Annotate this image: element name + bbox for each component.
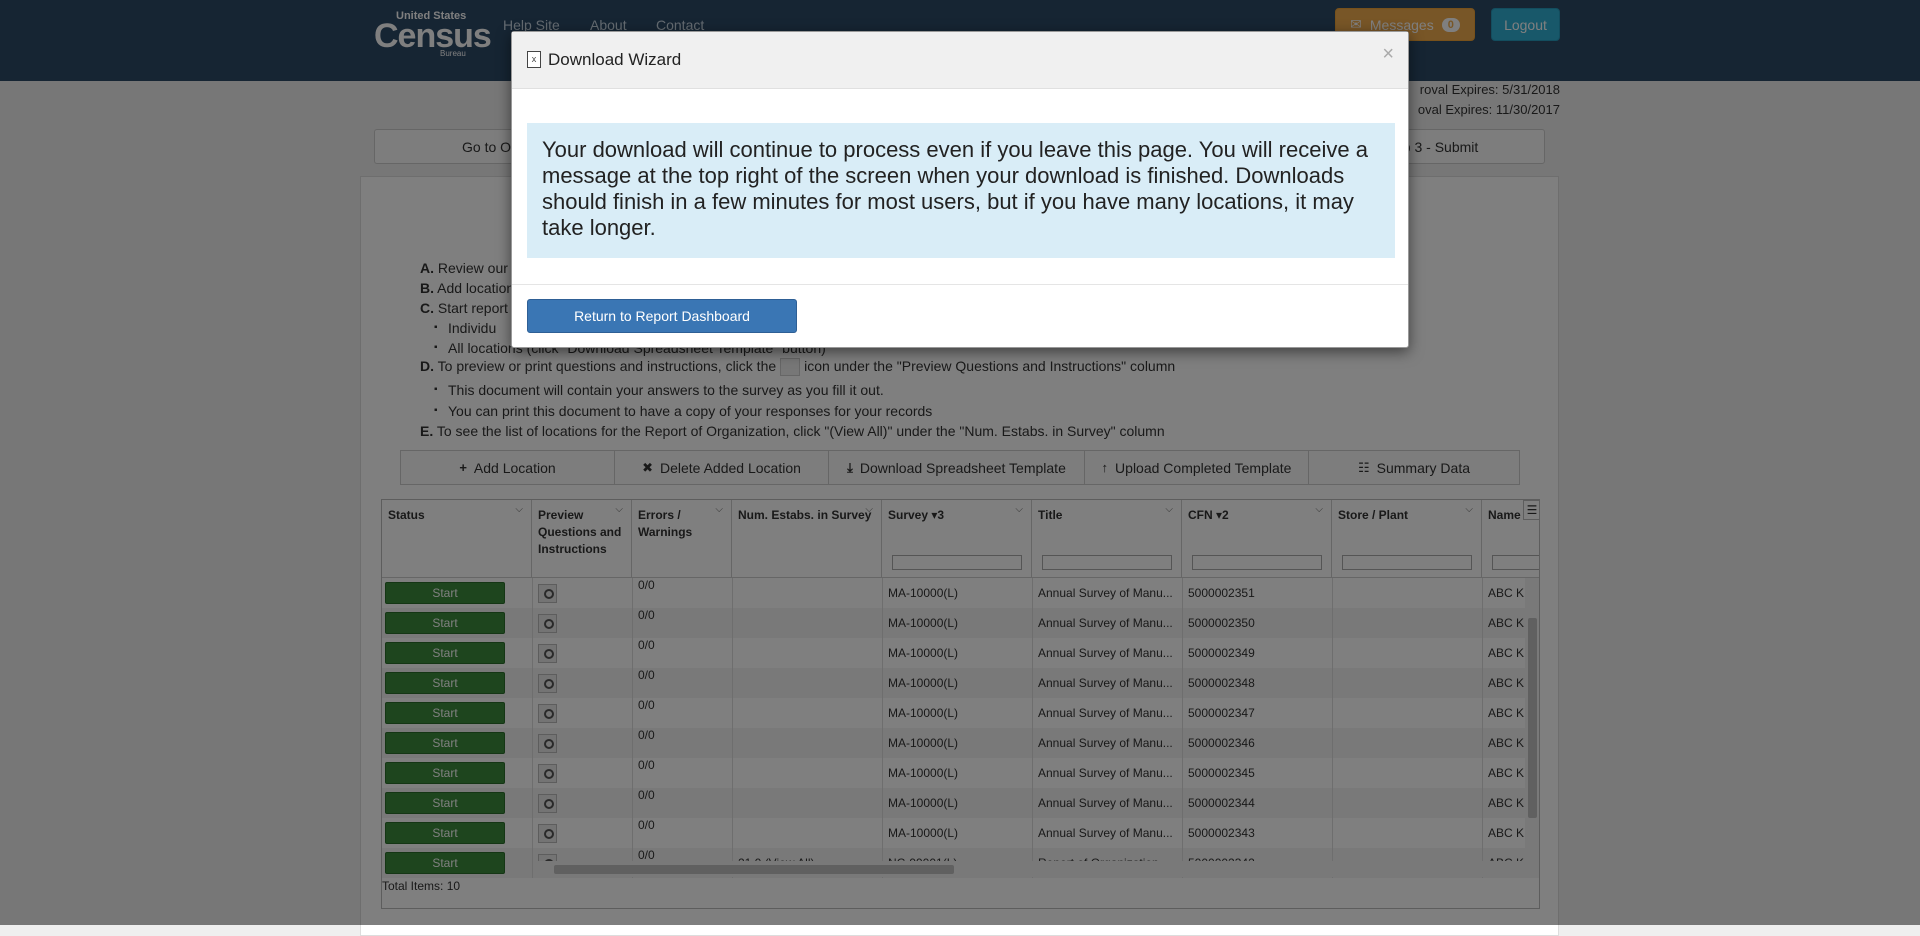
close-icon[interactable]: × <box>1382 44 1394 64</box>
return-to-report-dashboard-button[interactable]: Return to Report Dashboard <box>527 299 797 333</box>
modal-footer-divider <box>512 284 1408 285</box>
modal-title: Download Wizard <box>548 50 682 69</box>
download-wizard-modal: x Download Wizard × Your download will c… <box>511 31 1409 348</box>
download-info-message: Your download will continue to process e… <box>527 123 1395 258</box>
excel-doc-icon: x <box>527 51 541 68</box>
modal-header: x Download Wizard × <box>512 32 1408 89</box>
